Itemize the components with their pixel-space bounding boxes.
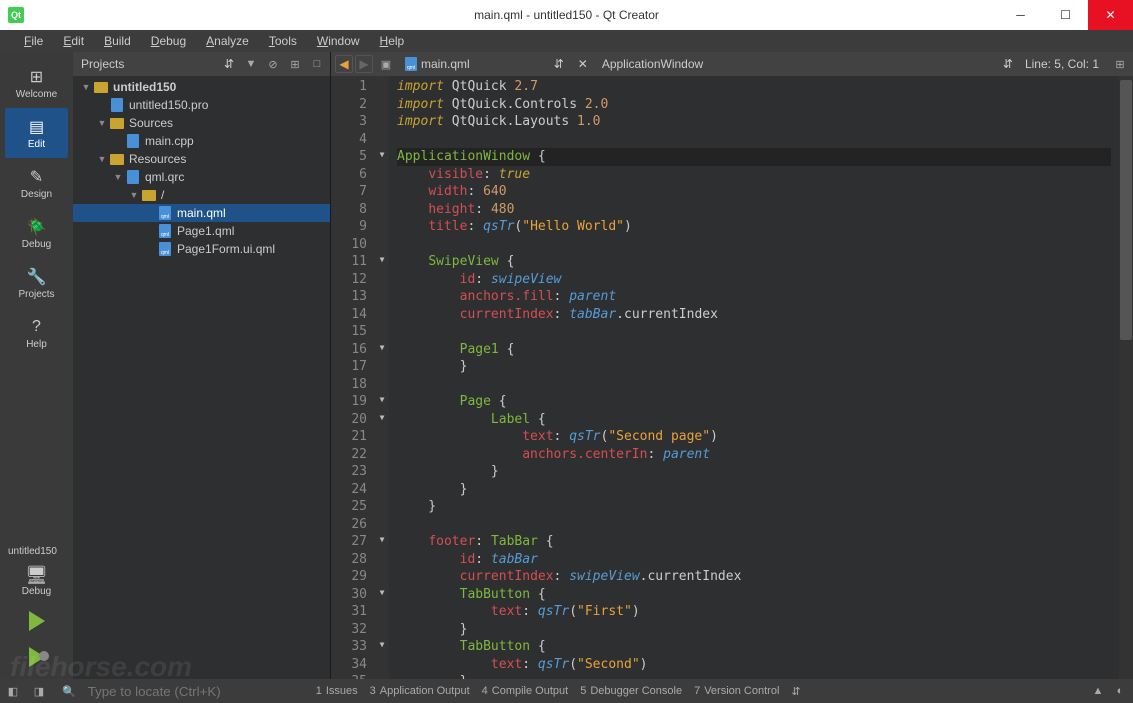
filter-icon[interactable]: ▼ (242, 55, 260, 73)
file-tab[interactable]: main.qml ⇵ (399, 57, 570, 71)
menu-help[interactable]: Help (372, 32, 413, 50)
mode-debug[interactable]: 🪲Debug (5, 208, 68, 258)
welcome-icon: ⊞ (27, 67, 47, 87)
tree-item[interactable]: Page1.qml (73, 222, 330, 240)
tree-item[interactable]: main.qml (73, 204, 330, 222)
editor-area: ◀ ▶ ▣ main.qml ⇵ ✕ ApplicationWindow ⇵ L… (331, 52, 1133, 679)
kit-config-label: Debug (22, 586, 51, 597)
filename-label: main.qml (421, 57, 470, 71)
menu-analyze[interactable]: Analyze (198, 32, 257, 50)
mode-sidebar: ⊞Welcome▤Edit✎Design🪲Debug🔧Projects?Help… (0, 52, 73, 679)
output-pane-compile-output[interactable]: 4Compile Output (478, 685, 573, 697)
run-debug-button[interactable] (4, 639, 69, 675)
menu-file[interactable]: File (16, 32, 51, 50)
tree-item[interactable]: ▼/ (73, 186, 330, 204)
project-panel-header: Projects⇵ ▼ ⊘ ⊞ □ (73, 52, 330, 76)
panes-selector-icon[interactable]: ⇵ (791, 685, 800, 698)
maximize-button[interactable]: ☐ (1043, 0, 1088, 30)
menubar: FileEditBuildDebugAnalyzeToolsWindowHelp (0, 30, 1133, 52)
tree-item[interactable]: ▼untitled150 (73, 78, 330, 96)
kit-project-label: untitled150 (4, 544, 69, 559)
nav-back-button[interactable]: ◀ (335, 55, 353, 73)
statusbar: ◧ ◨ 🔍 1Issues 3Application Output 4Compile… (0, 679, 1133, 703)
mode-projects[interactable]: 🔧Projects (5, 258, 68, 308)
progress-icon[interactable]: ◐ (1111, 682, 1129, 700)
projects-icon: 🔧 (27, 267, 47, 287)
tree-item[interactable]: ▼Sources (73, 114, 330, 132)
debug-icon: 🪲 (27, 217, 47, 237)
minimize-button[interactable]: ─ (998, 0, 1043, 30)
window-titlebar: Qt main.qml - untitled150 - Qt Creator ─… (0, 0, 1133, 30)
panel-selector[interactable]: Projects⇵ (77, 57, 238, 71)
mode-welcome[interactable]: ⊞Welcome (5, 58, 68, 108)
monitor-icon: 🖥 (25, 565, 48, 586)
edit-icon: ▤ (27, 117, 47, 137)
tree-item[interactable]: main.cpp (73, 132, 330, 150)
menu-tools[interactable]: Tools (261, 32, 305, 50)
design-icon: ✎ (27, 167, 47, 187)
tree-item[interactable]: ▼qml.qrc (73, 168, 330, 186)
code-editor[interactable]: 1234567891011121314151617181920212223242… (331, 76, 1133, 679)
window-title: main.qml - untitled150 - Qt Creator (474, 8, 659, 22)
run-button[interactable] (4, 603, 69, 639)
editor-toolbar: ◀ ▶ ▣ main.qml ⇵ ✕ ApplicationWindow ⇵ L… (331, 52, 1133, 76)
mode-edit[interactable]: ▤Edit (5, 108, 68, 158)
locate-input[interactable] (84, 682, 304, 701)
add-icon[interactable]: ⊞ (286, 55, 304, 73)
help-icon: ? (27, 317, 47, 337)
qml-file-icon (405, 57, 417, 71)
menu-build[interactable]: Build (96, 32, 139, 50)
tree-item[interactable]: ▼Resources (73, 150, 330, 168)
tree-item[interactable]: untitled150.pro (73, 96, 330, 114)
menu-debug[interactable]: Debug (143, 32, 194, 50)
nav-forward-button[interactable]: ▶ (355, 55, 373, 73)
app-icon: Qt (8, 7, 24, 23)
output-pane-application-output[interactable]: 3Application Output (366, 685, 474, 697)
mode-design[interactable]: ✎Design (5, 158, 68, 208)
split-editor-icon[interactable]: ⊞ (1111, 55, 1129, 73)
menu-window[interactable]: Window (309, 32, 368, 50)
vertical-scrollbar[interactable] (1119, 76, 1133, 679)
project-tree[interactable]: ▼untitled150untitled150.pro▼Sourcesmain.… (73, 76, 330, 679)
search-icon: 🔍 (56, 685, 76, 698)
output-pane-issues[interactable]: 1Issues (312, 685, 362, 697)
tree-item[interactable]: Page1Form.ui.qml (73, 240, 330, 258)
toggle-right-sidebar-icon[interactable]: ◨ (30, 682, 48, 700)
line-col-indicator[interactable]: Line: 5, Col: 1 (1017, 57, 1107, 71)
link-icon[interactable]: ⊘ (264, 55, 282, 73)
project-panel: Projects⇵ ▼ ⊘ ⊞ □ ▼untitled150untitled15… (73, 52, 331, 679)
close-button[interactable]: ✕ (1088, 0, 1133, 30)
mode-help[interactable]: ?Help (5, 308, 68, 358)
split-icon[interactable]: □ (308, 55, 326, 73)
output-pane-debugger-console[interactable]: 5Debugger Console (576, 685, 686, 697)
symbol-breadcrumb[interactable]: ApplicationWindow (596, 57, 999, 71)
output-up-icon[interactable]: ▲ (1089, 682, 1107, 700)
toggle-sidebar-icon[interactable]: ◧ (4, 682, 22, 700)
kit-selector[interactable]: 🖥 Debug (4, 559, 69, 603)
close-file-icon[interactable]: ✕ (574, 57, 592, 71)
menu-edit[interactable]: Edit (55, 32, 92, 50)
bookmark-icon[interactable]: ▣ (377, 55, 395, 73)
output-pane-version-control[interactable]: 7Version Control (690, 685, 783, 697)
